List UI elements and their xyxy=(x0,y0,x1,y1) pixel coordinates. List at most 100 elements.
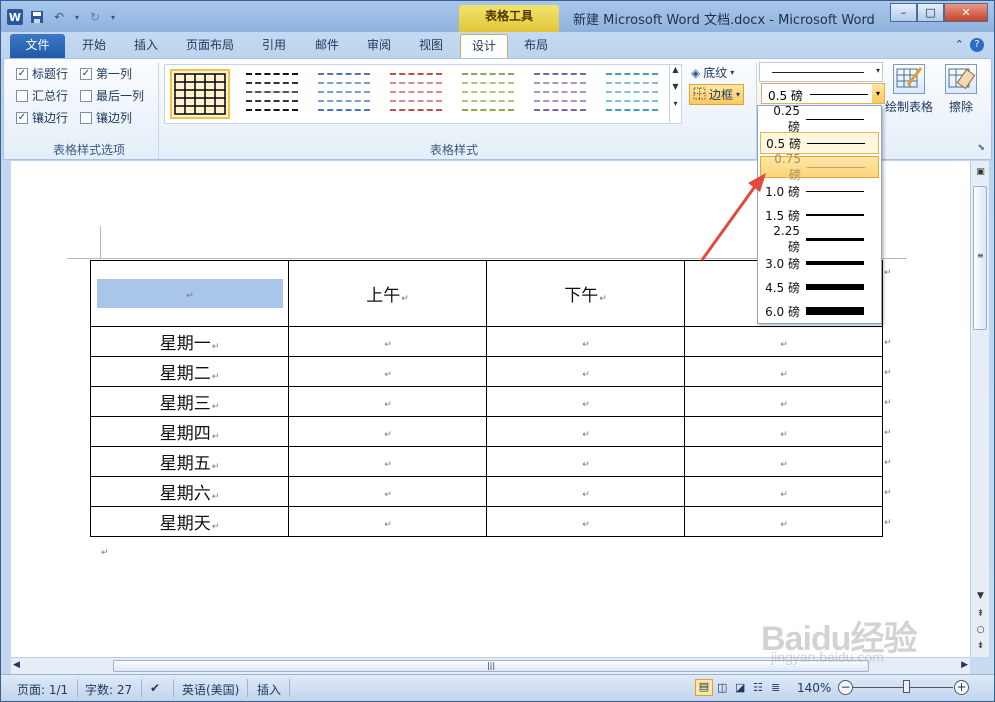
table-cell[interactable]: ↵ xyxy=(684,506,883,537)
table-cell[interactable]: 星期一↵ xyxy=(90,326,289,357)
line-weight-option-6-0[interactable]: 6.0 磅 xyxy=(760,300,879,322)
table-cell[interactable]: ↵ xyxy=(288,506,487,537)
scroll-left-icon[interactable]: ◀ xyxy=(13,660,20,670)
close-button[interactable]: ✕ xyxy=(944,3,988,22)
undo-dropdown-icon[interactable]: ▾ xyxy=(73,9,81,25)
table-cell[interactable]: ↵ xyxy=(486,386,685,417)
next-page-icon[interactable]: ⇟ xyxy=(974,641,987,651)
tab-insert[interactable]: 插入 xyxy=(123,34,169,59)
eraser-button[interactable]: 擦除 xyxy=(936,64,986,115)
line-weight-option-1-0[interactable]: 1.0 磅 xyxy=(760,180,879,202)
select-browse-object-icon[interactable]: ○ xyxy=(974,625,987,635)
checkbox-header-row[interactable]: ✓ xyxy=(16,67,28,80)
draw-table-button[interactable]: 绘制表格 xyxy=(884,64,934,115)
tab-mailings[interactable]: 邮件 xyxy=(304,34,350,59)
help-icon[interactable]: ? xyxy=(970,38,984,52)
table-row[interactable]: 星期二↵ ↵ ↵ ↵ xyxy=(90,356,883,387)
chevron-down-icon[interactable]: ▾ xyxy=(872,84,884,103)
table-cell[interactable]: ↵ xyxy=(684,446,883,477)
table-cell[interactable]: ↵ xyxy=(288,386,487,417)
table-cell[interactable]: ↵ xyxy=(684,416,883,447)
table-cell[interactable]: ↵ xyxy=(288,476,487,507)
language-indicator[interactable]: 英语(美国) xyxy=(182,681,239,698)
table-cell[interactable]: 下午↵ xyxy=(486,260,685,327)
outline-view-icon[interactable]: ☷ xyxy=(753,681,763,694)
page-count[interactable]: 页面: 1/1 xyxy=(17,681,68,698)
table-cell[interactable]: 星期二↵ xyxy=(90,356,289,387)
gallery-more-icon[interactable]: ▾ xyxy=(670,99,681,108)
proofing-icon[interactable]: ✔ xyxy=(150,681,160,695)
web-layout-icon[interactable]: ◪ xyxy=(735,681,745,694)
redo-icon[interactable]: ↻ xyxy=(87,9,103,25)
table-cell[interactable]: 星期六↵ xyxy=(90,476,289,507)
table-cell-selected[interactable]: ↵ xyxy=(90,260,289,327)
draft-view-icon[interactable]: ≣ xyxy=(771,681,780,694)
borders-button[interactable]: 边框 ▾ xyxy=(689,84,745,105)
horizontal-scroll-thumb[interactable]: ||| xyxy=(113,660,869,672)
tab-references[interactable]: 引用 xyxy=(251,34,297,59)
last-column-checkbox[interactable]: 最后一列 xyxy=(80,87,144,104)
gallery-up-icon[interactable]: ▲ xyxy=(670,65,681,74)
scroll-down-icon[interactable]: ▼ xyxy=(974,591,987,601)
table-cell[interactable]: 星期四↵ xyxy=(90,416,289,447)
table-cell[interactable]: ↵ xyxy=(684,476,883,507)
vertical-scroll-thumb[interactable]: ≡ xyxy=(973,186,987,330)
table-cell[interactable]: 星期天↵ xyxy=(90,506,289,537)
table-cell[interactable]: 星期三↵ xyxy=(90,386,289,417)
zoom-in-button[interactable]: + xyxy=(954,680,969,695)
checkbox-first-column[interactable]: ✓ xyxy=(80,67,92,80)
first-column-checkbox[interactable]: ✓ 第一列 xyxy=(80,65,132,82)
ruler-toggle-icon[interactable]: ▣ xyxy=(974,167,987,177)
checkbox-banded-columns[interactable] xyxy=(80,111,92,124)
tab-file[interactable]: 文件 xyxy=(10,34,65,59)
table-style-light-blue[interactable] xyxy=(314,69,374,119)
table-style-grid[interactable] xyxy=(170,69,230,119)
table-cell[interactable]: 上午↵ xyxy=(288,260,487,327)
shading-button[interactable]: ◈ 底纹 ▾ xyxy=(691,64,734,81)
word-count[interactable]: 字数: 27 xyxy=(85,681,132,698)
table-cell[interactable]: ↵ xyxy=(486,446,685,477)
table-row[interactable]: 星期天↵ ↵ ↵ ↵ xyxy=(90,506,883,537)
undo-icon[interactable]: ↶ xyxy=(51,9,67,25)
table-style-light-aqua[interactable] xyxy=(602,69,662,119)
zoom-out-button[interactable]: − xyxy=(838,680,853,695)
tab-design[interactable]: 设计 xyxy=(460,34,508,59)
minimize-ribbon-icon[interactable]: ⌃ xyxy=(955,38,964,52)
line-weight-select[interactable]: 0.5 磅 ▾ xyxy=(761,83,885,104)
tab-home[interactable]: 开始 xyxy=(73,34,115,59)
table-cell[interactable]: ↵ xyxy=(288,416,487,447)
tab-view[interactable]: 视图 xyxy=(408,34,454,59)
minimize-button[interactable]: – xyxy=(890,3,917,22)
table-style-light-purple[interactable] xyxy=(530,69,590,119)
checkbox-total-row[interactable] xyxy=(16,89,28,102)
vertical-scrollbar[interactable]: ▣ ≡ ▼ ⇞ ○ ⇟ xyxy=(970,161,989,657)
zoom-slider-thumb[interactable] xyxy=(903,680,910,693)
line-weight-option-0-75[interactable]: 0.75 磅 xyxy=(760,152,879,182)
gallery-scroll[interactable]: ▲ ▼ ▾ xyxy=(669,65,681,123)
customize-qat-icon[interactable]: ▾ xyxy=(109,9,117,25)
table-cell[interactable]: ↵ xyxy=(486,416,685,447)
zoom-level[interactable]: 140% xyxy=(797,681,831,695)
tab-review[interactable]: 审阅 xyxy=(356,34,402,59)
gallery-down-icon[interactable]: ▼ xyxy=(670,82,681,91)
line-weight-option-3-0[interactable]: 3.0 磅 xyxy=(760,252,879,274)
table-cell[interactable]: ↵ xyxy=(486,476,685,507)
table-cell[interactable]: ↵ xyxy=(486,506,685,537)
full-screen-reading-icon[interactable]: ◫ xyxy=(717,681,727,694)
table-cell[interactable]: 星期五↵ xyxy=(90,446,289,477)
table-row[interactable]: 星期三↵ ↵ ↵ ↵ xyxy=(90,386,883,417)
tab-page-layout[interactable]: 页面布局 xyxy=(177,34,243,59)
table-row[interactable]: 星期一↵ ↵ ↵ ↵ xyxy=(90,326,883,357)
print-layout-view-icon[interactable]: ▤ xyxy=(695,679,713,696)
table-cell[interactable]: ↵ xyxy=(486,356,685,387)
checkbox-banded-rows[interactable]: ✓ xyxy=(16,111,28,124)
line-weight-option-0-25[interactable]: 0.25 磅 xyxy=(760,104,879,134)
word-app-icon[interactable]: W xyxy=(7,9,23,25)
tab-table-layout[interactable]: 布局 xyxy=(513,34,559,59)
table-row[interactable]: 星期五↵ ↵ ↵ ↵ xyxy=(90,446,883,477)
table-style-plain-dark[interactable] xyxy=(242,69,302,119)
scroll-right-icon[interactable]: ▶ xyxy=(961,660,968,670)
table-cell[interactable]: ↵ xyxy=(288,326,487,357)
table-cell[interactable]: ↵ xyxy=(486,326,685,357)
line-weight-option-4-5[interactable]: 4.5 磅 xyxy=(760,276,879,298)
